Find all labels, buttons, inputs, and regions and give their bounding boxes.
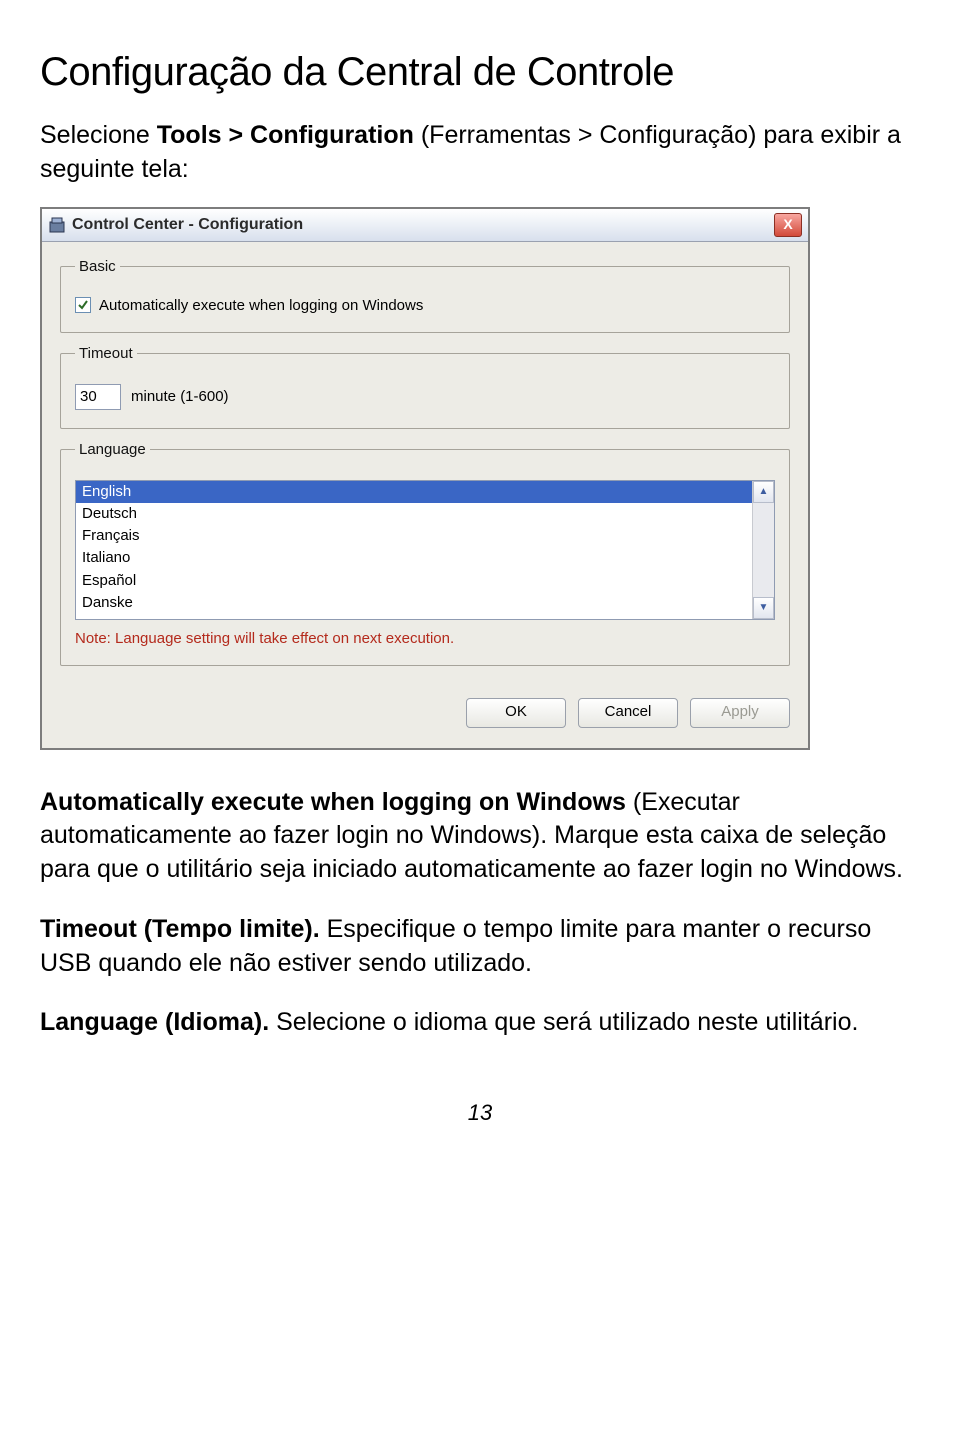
language-group: Language EnglishDeutschFrançaisItalianoE… bbox=[60, 441, 790, 666]
listbox-scrollbar[interactable]: ▲ ▼ bbox=[752, 481, 774, 619]
timeout-legend: Timeout bbox=[75, 345, 137, 362]
list-item[interactable]: Español bbox=[76, 570, 752, 592]
dialog-button-row: OK Cancel Apply bbox=[60, 698, 790, 728]
timeout-group: Timeout minute (1-600) bbox=[60, 345, 790, 429]
list-item[interactable]: Français bbox=[76, 525, 752, 547]
apply-button[interactable]: Apply bbox=[690, 698, 790, 728]
config-dialog: Control Center - Configuration X Basic A… bbox=[40, 207, 810, 750]
p1-bold: Automatically execute when logging on Wi… bbox=[40, 788, 626, 816]
ok-button[interactable]: OK bbox=[466, 698, 566, 728]
scroll-up-icon[interactable]: ▲ bbox=[753, 481, 774, 503]
page-heading: Configuração da Central de Controle bbox=[40, 50, 920, 95]
page-number: 13 bbox=[40, 1100, 920, 1126]
app-icon bbox=[48, 216, 66, 234]
list-item[interactable]: English bbox=[76, 481, 752, 503]
p2-bold: Timeout (Tempo limite). bbox=[40, 915, 320, 943]
timeout-input[interactable] bbox=[75, 384, 121, 410]
intro-prefix: Selecione bbox=[40, 121, 157, 149]
dialog-body: Basic Automatically execute when logging… bbox=[42, 242, 808, 748]
language-legend: Language bbox=[75, 441, 150, 458]
scroll-down-icon[interactable]: ▼ bbox=[753, 597, 774, 619]
language-listbox[interactable]: EnglishDeutschFrançaisItalianoEspañolDan… bbox=[75, 480, 775, 620]
p3-bold: Language (Idioma). bbox=[40, 1008, 269, 1036]
intro-paragraph: Selecione Tools > Configuration (Ferrame… bbox=[40, 119, 920, 187]
auto-execute-label: Automatically execute when logging on Wi… bbox=[99, 297, 423, 314]
close-button[interactable]: X bbox=[774, 213, 802, 237]
paragraph-auto-execute: Automatically execute when logging on Wi… bbox=[40, 786, 920, 887]
list-item[interactable]: Italiano bbox=[76, 547, 752, 569]
paragraph-language: Language (Idioma). Selecione o idioma qu… bbox=[40, 1006, 920, 1040]
dialog-title: Control Center - Configuration bbox=[72, 216, 768, 234]
intro-menu-path: Tools > Configuration bbox=[157, 121, 414, 149]
auto-execute-row: Automatically execute when logging on Wi… bbox=[75, 297, 775, 314]
auto-execute-checkbox[interactable] bbox=[75, 297, 91, 313]
cancel-button[interactable]: Cancel bbox=[578, 698, 678, 728]
p3-rest: Selecione o idioma que será utilizado ne… bbox=[269, 1008, 858, 1036]
timeout-unit-label: minute (1-600) bbox=[131, 388, 229, 405]
language-note: Note: Language setting will take effect … bbox=[75, 630, 775, 647]
basic-group: Basic Automatically execute when logging… bbox=[60, 258, 790, 333]
paragraph-timeout: Timeout (Tempo limite). Especifique o te… bbox=[40, 913, 920, 981]
list-item[interactable]: Deutsch bbox=[76, 503, 752, 525]
titlebar: Control Center - Configuration X bbox=[42, 209, 808, 242]
basic-legend: Basic bbox=[75, 258, 120, 275]
list-item[interactable]: Danske bbox=[76, 592, 752, 614]
